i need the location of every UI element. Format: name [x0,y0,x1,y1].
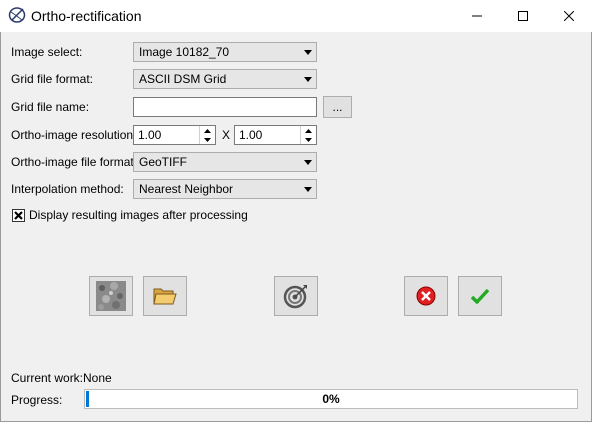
image-select-label: Image select: [11,45,83,59]
display-results-checkbox[interactable] [12,209,25,222]
resolution-label: Ortho-image resolution: [11,128,137,142]
ok-button[interactable] [458,276,502,316]
title-bar: Ortho-rectification [0,0,592,32]
resolution-x-spinbox[interactable]: 1.00 [133,125,216,145]
grid-format-value: ASCII DSM Grid [139,72,227,86]
progress-bar: 0% [84,389,578,409]
resolution-y-value: 1.00 [239,128,263,142]
minimize-icon [472,15,482,17]
open-folder-button[interactable] [143,276,187,316]
image-select-dropdown[interactable]: Image 10182_70 [133,42,317,62]
close-icon [564,11,574,21]
window-title: Ortho-rectification [31,8,142,24]
maximize-button[interactable] [500,0,546,32]
chevron-down-icon [300,70,316,88]
current-work-value: None [83,371,112,385]
grid-name-label: Grid file name: [11,100,90,114]
close-button[interactable] [546,0,592,32]
maximize-icon [518,11,528,21]
progress-percent: 0% [322,392,340,406]
grid-format-dropdown[interactable]: ASCII DSM Grid [133,69,317,89]
chevron-down-icon [300,43,316,61]
interpolation-value: Nearest Neighbor [139,182,234,196]
browse-button[interactable]: ... [323,96,352,118]
progress-label: Progress: [11,393,63,407]
grid-name-field[interactable] [133,97,317,117]
interpolation-dropdown[interactable]: Nearest Neighbor [133,179,317,199]
cancel-icon [416,286,436,306]
grid-format-label: Grid file format: [11,72,94,86]
file-format-dropdown[interactable]: GeoTIFF [133,152,317,172]
spin-up-icon[interactable] [301,126,316,135]
file-format-value: GeoTIFF [139,155,188,169]
spin-up-icon[interactable] [200,126,215,135]
display-results-label[interactable]: Display resulting images after processin… [29,208,248,222]
dialog-body [0,32,592,422]
dsm-preview-button[interactable] [89,276,133,316]
checkmark-icon [470,288,490,304]
image-select-value: Image 10182_70 [139,45,230,59]
interpolation-label: Interpolation method: [11,182,124,196]
spin-down-icon[interactable] [200,135,215,144]
resolution-separator: X [222,128,231,142]
checkmark-x-icon [14,211,23,220]
chevron-down-icon [300,153,316,171]
resolution-y-spinbox[interactable]: 1.00 [234,125,317,145]
spin-down-icon[interactable] [301,135,316,144]
folder-icon [153,288,177,305]
target-icon [283,285,307,309]
ortho-app-icon [8,7,26,23]
target-button[interactable] [274,276,318,316]
dsm-texture-icon [96,281,126,311]
resolution-x-value: 1.00 [138,128,162,142]
grid-name-input[interactable] [134,98,316,116]
cancel-button[interactable] [404,276,448,316]
current-work-label: Current work: [11,371,84,385]
file-format-label: Ortho-image file format: [11,155,138,169]
chevron-down-icon [300,180,316,198]
minimize-button[interactable] [454,0,500,32]
